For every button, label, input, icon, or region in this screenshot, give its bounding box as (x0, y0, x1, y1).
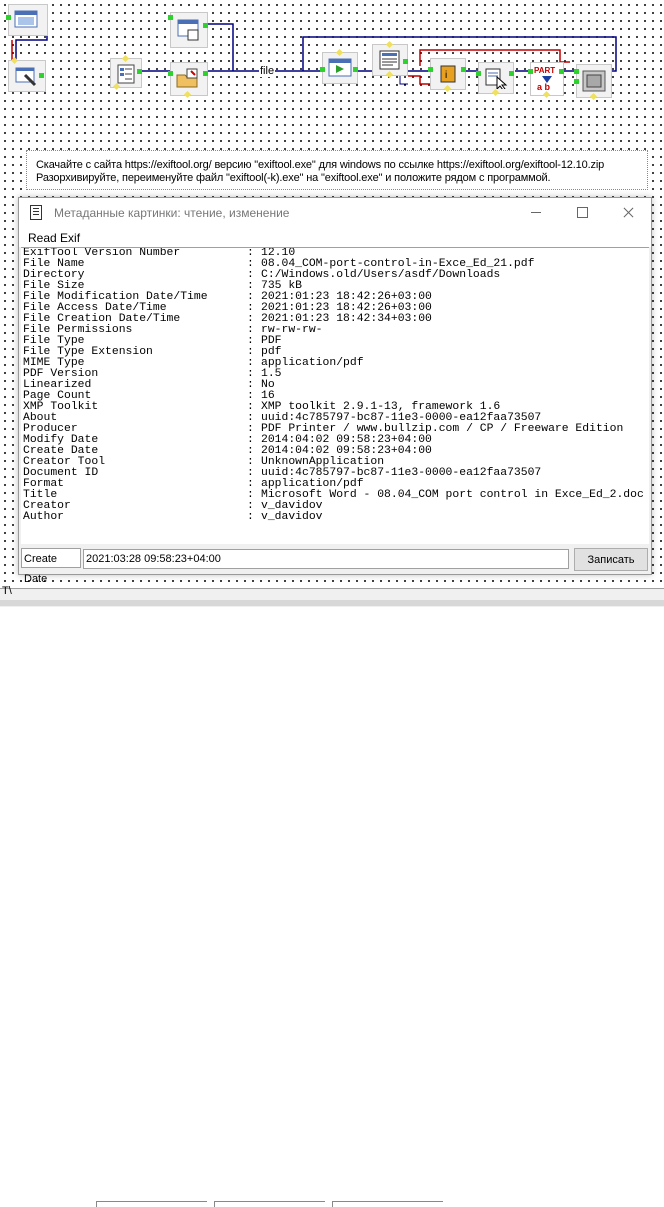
taskbar-strip (0, 600, 664, 1207)
exif-row: Linearized: No (21, 379, 649, 391)
list-reader-node[interactable] (110, 54, 142, 91)
taskbar-button[interactable] (332, 1201, 443, 1207)
save-button[interactable]: Записать (574, 548, 648, 571)
exif-row: Creator: v_davidov (21, 500, 649, 512)
exif-output-memo[interactable]: ExifTool Version Number:12.10 File Name:0… (21, 247, 649, 544)
window-title: Метаданные картинки: чтение, изменение (54, 206, 290, 220)
exif-row: Directory: C:/Windows.old/Users/asdf/Down… (21, 269, 649, 281)
create-date-input[interactable] (83, 549, 569, 569)
info-node[interactable]: i (428, 58, 466, 93)
exif-separator: : (247, 511, 254, 523)
minimize-button[interactable] (513, 198, 559, 227)
open-dialog-node[interactable] (168, 12, 208, 48)
window-form-node[interactable] (6, 4, 48, 36)
exif-row: PDF Version:1.5 (21, 368, 649, 380)
chip-icon (582, 70, 606, 92)
run-window-icon (328, 58, 352, 77)
maximize-button[interactable] (559, 198, 605, 227)
exif-row: Author: v_davidov (21, 511, 649, 523)
exif-row: File Permissions: rw-rw-rw- (21, 324, 649, 336)
taskbar-button[interactable] (214, 1201, 325, 1207)
menu-bar: Read Exif (19, 227, 651, 247)
note-line-1: Скачайте с сайта https://exiftool.org/ в… (36, 159, 605, 171)
tools-icon (15, 67, 37, 87)
exif-row: Title: Microsoft Word - 08.04_COM port co… (21, 489, 649, 501)
close-button[interactable] (605, 198, 651, 227)
file-open-node[interactable] (168, 62, 208, 99)
part-label: PART (534, 66, 556, 75)
create-date-label: Create Date (21, 548, 81, 585)
form-icon (14, 10, 38, 28)
part-sub-label: a b (537, 82, 551, 92)
exif-value: v_davidov (261, 511, 323, 523)
folder-open-icon (176, 68, 198, 88)
chip-processor-node[interactable] (574, 64, 612, 101)
instruction-note: Скачайте с сайта https://exiftool.org/ в… (26, 150, 648, 190)
cursor-node[interactable] (476, 62, 514, 97)
status-text: T\ (2, 585, 12, 597)
metadata-window: Метаданные картинки: чтение, изменение R… (18, 197, 652, 585)
info-chip-icon: i (440, 65, 456, 83)
exif-row: MIME Type: application/pdf (21, 357, 649, 369)
title-bar[interactable]: Метаданные картинки: чтение, изменение (19, 198, 651, 227)
document-list-icon (117, 64, 135, 84)
exif-key: Author (23, 511, 65, 523)
menu-item-read-exif[interactable]: Read Exif (28, 231, 80, 245)
note-line-2: Разорхивируйте, переименуйте файл "exift… (36, 172, 551, 184)
dialog-icon (177, 19, 199, 41)
app-icon (30, 205, 42, 220)
svg-text:i: i (445, 70, 447, 81)
select-cursor-icon (485, 68, 508, 89)
edit-bar: Create Date Записать (19, 546, 651, 585)
part-split-node[interactable]: PART a b (528, 62, 564, 99)
settings-tool-node[interactable] (8, 56, 46, 92)
memo-node[interactable] (372, 40, 408, 79)
taskbar-button[interactable] (96, 1201, 207, 1207)
wire-label-file: file (259, 65, 276, 77)
memo-icon (379, 50, 400, 70)
run-node[interactable] (320, 48, 358, 84)
